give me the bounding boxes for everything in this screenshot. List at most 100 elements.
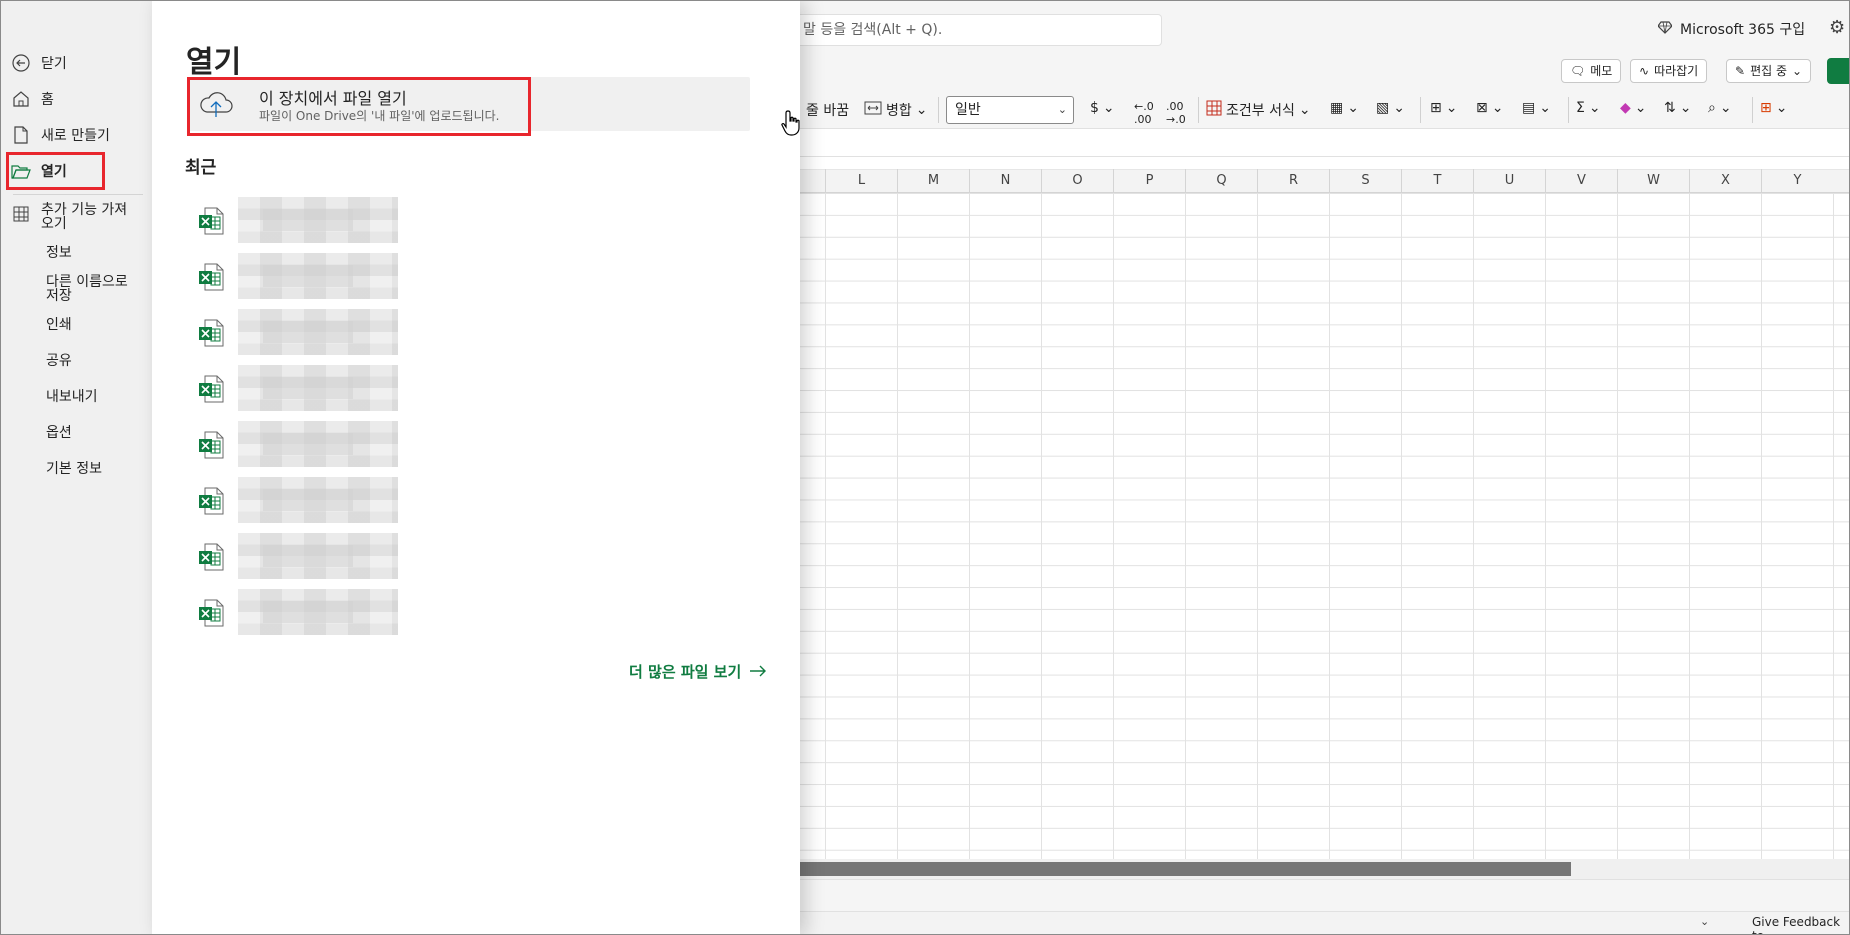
find-button[interactable]: ⌕ ⌄ [1708, 100, 1732, 116]
chevron-down-icon: ⌄ [1445, 100, 1458, 116]
home-icon [11, 90, 31, 108]
increase-decimal-icon: ←.0.00 [1134, 100, 1154, 126]
chevron-down-icon: ⌄ [1719, 100, 1732, 116]
column-header-v[interactable]: V [1545, 169, 1617, 193]
format-cells-icon: ▤ [1522, 100, 1536, 116]
excel-file-icon [199, 487, 224, 515]
settings-gear-icon[interactable]: ⚙ [1829, 17, 1845, 38]
give-feedback-link[interactable]: Give Feedback to [1752, 915, 1849, 934]
merge-button[interactable]: 병합 ⌄ [864, 100, 928, 120]
addins-button[interactable]: ⊞ ⌄ [1760, 100, 1787, 116]
decrease-decimal-button[interactable]: .00 →.0 [1166, 100, 1186, 126]
cell-grid[interactable] [800, 193, 1849, 859]
column-header-n[interactable]: N [969, 169, 1041, 193]
column-header-r[interactable]: R [1257, 169, 1329, 193]
app-window: 말 등을 검색(Alt + Q). Microsoft 365 구입 ⚙ 🗨 메… [0, 0, 1850, 935]
format-as-table-button[interactable]: ▦ ⌄ [1330, 100, 1359, 116]
excel-file-icon [199, 375, 224, 403]
column-header-o[interactable]: O [1041, 169, 1113, 193]
nav-info[interactable]: 정보 [46, 246, 72, 260]
hand-pointer-cursor-icon [781, 110, 800, 136]
delete-cells-button[interactable]: ⊠ ⌄ [1476, 100, 1503, 116]
nav-back[interactable]: 닫기 [11, 53, 67, 73]
merge-icon [864, 100, 882, 120]
increase-decimal-button[interactable]: ←.0.00 [1134, 100, 1154, 126]
conditional-format-button[interactable]: 조건부 서식 ⌄ [1206, 100, 1311, 120]
nav-home[interactable]: 홈 [11, 89, 54, 109]
recent-file-item[interactable] [198, 533, 428, 579]
nav-options[interactable]: 옵션 [46, 426, 72, 440]
cell-style-icon: ▧ [1376, 100, 1390, 116]
nav-addins-label: 추가 기능 가져오기 [41, 202, 128, 232]
catch-up-button[interactable]: ∿ 따라잡기 [1630, 59, 1708, 83]
nav-save-as[interactable]: 다른 이름으로 저장 [46, 275, 141, 303]
currency-label: $ [1090, 100, 1099, 116]
recent-file-item[interactable] [198, 253, 428, 299]
eraser-icon: ◆ [1620, 100, 1631, 116]
column-header-t[interactable]: T [1401, 169, 1473, 193]
nav-about[interactable]: 기본 정보 [46, 462, 102, 476]
merge-label: 병합 [886, 103, 912, 119]
column-header-y[interactable]: Y [1761, 169, 1833, 193]
chevron-down-icon: ⌄ [1539, 100, 1551, 116]
column-header-l[interactable]: L [825, 169, 897, 193]
currency-format-button[interactable]: $ ⌄ [1090, 100, 1115, 116]
recent-file-item[interactable] [198, 309, 428, 355]
recent-file-item[interactable] [198, 365, 428, 411]
column-header-m[interactable]: M [897, 169, 969, 193]
chevron-down-icon: ⌄ [1057, 103, 1067, 116]
clear-button[interactable]: ◆ ⌄ [1620, 100, 1647, 116]
format-cells-button[interactable]: ▤ ⌄ [1522, 100, 1551, 116]
column-header-x[interactable]: X [1689, 169, 1761, 193]
autosum-button[interactable]: Σ ⌄ [1576, 100, 1601, 116]
wrap-text-button[interactable]: 줄 바꿈 [806, 100, 849, 120]
recent-file-item[interactable] [198, 477, 428, 523]
recent-file-item[interactable] [198, 197, 428, 243]
redacted-file-name [238, 477, 398, 523]
recent-file-item[interactable] [198, 589, 428, 635]
nav-export[interactable]: 내보내기 [46, 390, 98, 404]
comments-button[interactable]: 🗨 메모 [1561, 59, 1622, 83]
nav-new[interactable]: 새로 만들기 [11, 125, 110, 145]
chevron-down-icon: ⌄ [1634, 100, 1647, 116]
toolbar-divider [1752, 97, 1753, 123]
number-format-value: 일반 [955, 102, 981, 118]
share-button[interactable] [1827, 58, 1849, 84]
chevron-down-icon[interactable]: ⌄ [1700, 915, 1709, 928]
number-format-select[interactable]: 일반 ⌄ [946, 96, 1074, 124]
column-header-w[interactable]: W [1617, 169, 1689, 193]
redacted-file-name [238, 309, 398, 355]
horizontal-scrollbar-thumb[interactable] [800, 862, 1571, 876]
excel-file-icon [199, 431, 224, 459]
redacted-file-name [238, 197, 398, 243]
redacted-file-name [238, 365, 398, 411]
redacted-file-name [238, 253, 398, 299]
comments-label: 메모 [1590, 64, 1613, 78]
nav-back-label: 닫기 [41, 56, 67, 72]
highlight-box-nav-open [6, 152, 105, 190]
editing-mode-button[interactable]: ✎ 편집 중 ⌄ [1726, 59, 1812, 83]
column-header-q[interactable]: Q [1185, 169, 1257, 193]
nav-print[interactable]: 인쇄 [46, 318, 72, 332]
insert-cells-button[interactable]: ⊞ ⌄ [1430, 100, 1457, 116]
search-input[interactable]: 말 등을 검색(Alt + Q). [800, 14, 1162, 46]
sort-filter-button[interactable]: ⇅ ⌄ [1664, 100, 1691, 116]
sort-filter-icon: ⇅ [1664, 100, 1676, 116]
page-title: 열기 [186, 45, 242, 80]
nav-share[interactable]: 공유 [46, 354, 72, 368]
cell-styles-button[interactable]: ▧ ⌄ [1376, 100, 1405, 116]
recent-file-item[interactable] [198, 421, 428, 467]
column-header-p[interactable]: P [1113, 169, 1185, 193]
nav-new-label: 새로 만들기 [41, 128, 110, 144]
toolbar-divider [938, 97, 939, 123]
buy-m365-link[interactable]: Microsoft 365 구입 [1657, 19, 1805, 39]
insert-cells-icon: ⊞ [1430, 100, 1442, 116]
column-header-s[interactable]: S [1329, 169, 1401, 193]
column-header-u[interactable]: U [1473, 169, 1545, 193]
pencil-icon: ✎ [1735, 64, 1746, 78]
chevron-down-icon: ⌄ [1775, 100, 1788, 116]
formula-bar[interactable] [800, 129, 1849, 157]
nav-addins[interactable]: 추가 기능 가져오기 [11, 203, 136, 231]
more-files-link[interactable]: 더 많은 파일 보기 [629, 661, 767, 682]
excel-workbook-background: 말 등을 검색(Alt + Q). Microsoft 365 구입 ⚙ 🗨 메… [800, 1, 1849, 934]
